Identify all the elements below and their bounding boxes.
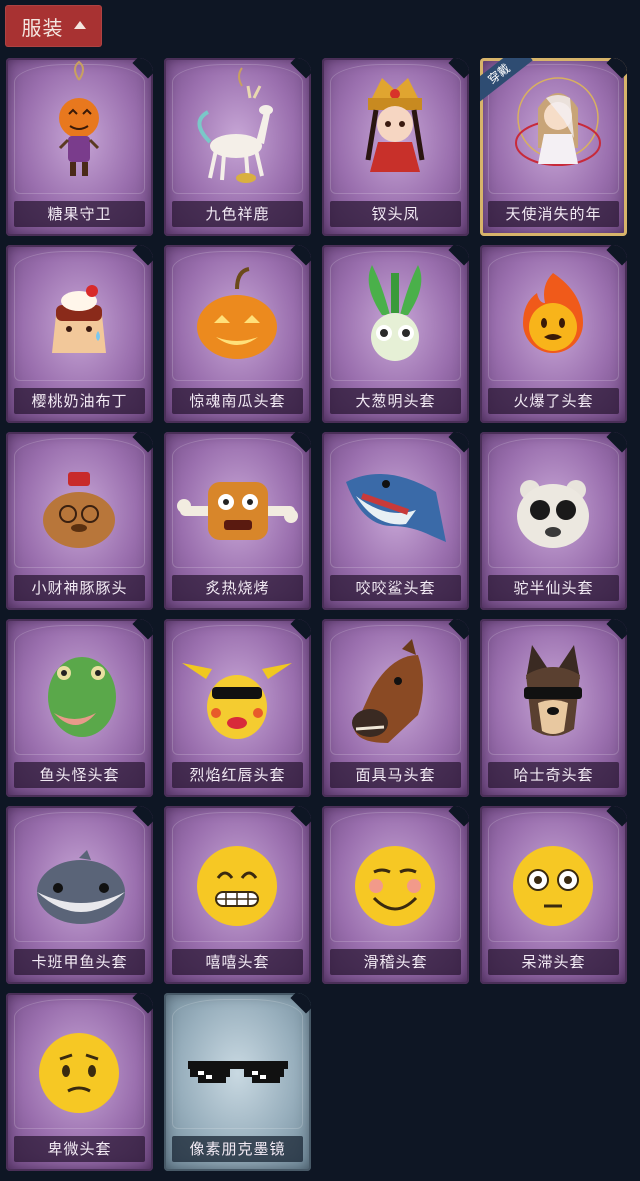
outfit-name: 卡班甲鱼头套 (14, 949, 145, 975)
outfit-name: 嘻嘻头套 (172, 949, 303, 975)
outfit-card[interactable]: 面具马头套 (322, 619, 469, 797)
outfit-card[interactable]: 樱桃奶油布丁 (6, 245, 153, 423)
bear-sunglasses-head-icon (517, 480, 589, 548)
outfit-card[interactable]: 火爆了头套 (480, 245, 627, 423)
outfit-card[interactable]: 糖果守卫 (6, 58, 153, 236)
outfit-name: 大葱明头套 (330, 388, 461, 414)
horse-mask-icon (352, 639, 423, 743)
outfit-name: 糖果守卫 (14, 201, 145, 227)
outfit-name: 咬咬鲨头套 (330, 575, 461, 601)
bbq-head-icon (177, 482, 298, 540)
outfit-card[interactable]: 鱼头怪头套 (6, 619, 153, 797)
stunned-emoji-icon (513, 846, 593, 926)
shark-head-icon (346, 474, 446, 542)
outfit-card[interactable]: 呆滞头套 (480, 806, 627, 984)
outfit-name: 呆滞头套 (488, 949, 619, 975)
outfit-card-worn[interactable]: 穿戴 天使消失的年 (480, 58, 627, 236)
pumpkin-head-icon (197, 267, 277, 359)
category-toggle-button[interactable]: 服装 (5, 5, 102, 47)
humble-emoji-icon (39, 1033, 119, 1113)
outfit-card[interactable]: 哈士奇头套 (480, 619, 627, 797)
deer-icon (197, 67, 273, 183)
outfit-name: 火爆了头套 (488, 388, 619, 414)
outfit-card[interactable]: 炙热烧烤 (164, 432, 311, 610)
outfit-name: 钗头凤 (330, 201, 461, 227)
outfit-name: 惊魂南瓜头套 (172, 388, 303, 414)
outfit-name: 像素朋克墨镜 (172, 1136, 303, 1162)
outfit-name: 鱼头怪头套 (14, 762, 145, 788)
outfit-card[interactable]: 惊魂南瓜头套 (164, 245, 311, 423)
outfit-card[interactable]: 小财神豚豚头 (6, 432, 153, 610)
outfit-card[interactable]: 驼半仙头套 (480, 432, 627, 610)
pudding-icon (52, 285, 106, 353)
outfit-name: 哈士奇头套 (488, 762, 619, 788)
pikachu-sunglasses-head-icon (182, 663, 292, 739)
phoenix-crown-doll-icon (365, 78, 425, 172)
funny-emoji-icon (355, 846, 435, 926)
outfit-card[interactable]: 咬咬鲨头套 (322, 432, 469, 610)
outfit-name: 天使消失的年 (488, 201, 619, 227)
outfit-name: 烈焰红唇头套 (172, 762, 303, 788)
grin-emoji-icon (197, 846, 277, 926)
outfit-card[interactable]: 烈焰红唇头套 (164, 619, 311, 797)
outfit-grid: 糖果守卫 九色祥鹿 钗头凤 穿戴 天使消失的年 樱桃奶油布丁 惊魂南瓜头套 大葱… (6, 58, 627, 1171)
scallion-head-icon (368, 265, 422, 361)
pumpkin-guard-icon (58, 60, 100, 176)
fish-head-icon (48, 657, 116, 737)
fire-head-icon (523, 273, 583, 353)
outfit-name: 小财神豚豚头 (14, 575, 145, 601)
pixel-sunglasses-icon (188, 1061, 288, 1083)
outfit-name: 九色祥鹿 (172, 201, 303, 227)
outfit-card[interactable]: 像素朋克墨镜 (164, 993, 311, 1171)
outfit-card[interactable]: 卑微头套 (6, 993, 153, 1171)
outfit-card[interactable]: 嘻嘻头套 (164, 806, 311, 984)
husky-sunglasses-head-icon (524, 645, 582, 736)
capybara-head-icon (43, 472, 115, 548)
outfit-name: 驼半仙头套 (488, 575, 619, 601)
fish-round-head-icon (37, 850, 125, 924)
outfit-card[interactable]: 九色祥鹿 (164, 58, 311, 236)
outfit-card[interactable]: 卡班甲鱼头套 (6, 806, 153, 984)
chevron-up-icon (73, 21, 86, 29)
outfit-card[interactable]: 滑稽头套 (322, 806, 469, 984)
category-title: 服装 (21, 15, 64, 40)
outfit-card[interactable]: 钗头凤 (322, 58, 469, 236)
outfit-name: 卑微头套 (14, 1136, 145, 1162)
outfit-name: 面具马头套 (330, 762, 461, 788)
outfit-name: 滑稽头套 (330, 949, 461, 975)
outfit-name: 炙热烧烤 (172, 575, 303, 601)
outfit-card[interactable]: 大葱明头套 (322, 245, 469, 423)
outfit-name: 樱桃奶油布丁 (14, 388, 145, 414)
